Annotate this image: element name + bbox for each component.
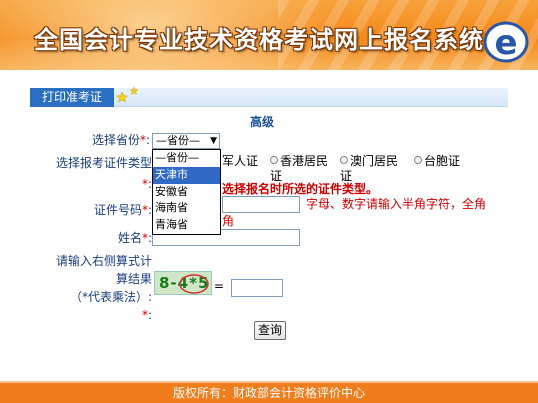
colon: : [147,308,152,322]
captcha-noise-icon [179,274,209,294]
province-option[interactable]: —省份— [153,150,220,167]
province-option[interactable]: 安徽省 [153,184,220,201]
tab-print-admission[interactable]: 打印准考证 [30,88,114,107]
captcha-label: 请输入右侧算式计 算结果 （*代表乘法）: *: [50,252,152,324]
id-number-hint: 字母、数字请输入半角字符，全角 [306,197,487,211]
captcha-label-line: 请输入右侧算式计 [55,254,152,268]
site-title: 全国会计专业技术资格考试网上报名系统 [34,25,484,54]
radio-label: 军人证 [222,154,259,168]
level-heading: 高级 [250,115,275,129]
radio-button[interactable] [340,156,348,164]
query-button[interactable]: 查询 [254,321,286,340]
chevron-down-icon: ▼ [210,136,217,146]
cert-type-label: 选择报考证件类型 *: [54,156,152,192]
cert-type-label-text: 选择报考证件类型 [55,156,152,170]
province-option[interactable]: 青海省 [153,217,220,234]
header-banner: 全国会计专业技术资格考试网上报名系统 e [0,0,538,70]
province-label-text: 选择省份 [91,133,140,147]
province-selected-value: —省份— [156,134,200,147]
logo-letter: e [494,23,517,63]
province-option-highlighted[interactable]: 天津市 [153,166,220,184]
equals-sign: = [214,279,225,293]
colon: : [145,133,150,147]
captcha-label-line: 算结果 [115,272,152,286]
id-number-input[interactable] [222,196,300,213]
name-label: 姓名*: [100,231,152,246]
radio-label: 台胞证 [424,154,461,168]
province-dropdown-list[interactable]: —省份— 天津市 安徽省 海南省 青海省 [152,149,221,235]
radio-option-taiwan[interactable]: 台胞证 [414,154,460,169]
captcha-image: 8-4*5 [154,271,212,295]
captcha-label-line: （*代表乘法）: [69,290,152,304]
cert-type-warning: 选择报名时所选的证件类型。 [222,182,379,196]
radio-label: 香港居民证 [270,154,329,183]
tab-strip: 打印准考证 [30,86,508,107]
province-select[interactable]: —省份— ▼ [152,133,220,149]
province-option[interactable]: 海南省 [153,200,220,217]
id-number-label-text: 证件号码 [93,203,142,217]
radio-option-military[interactable]: 军人证 [222,154,258,169]
radio-button[interactable] [414,156,422,164]
province-label: 选择省份*: [74,133,150,148]
id-number-label: 证件号码*: [80,203,152,218]
captcha-answer-input[interactable] [231,279,283,297]
radio-label: 澳门居民证 [340,154,399,183]
footer-copyright: 版权所有：财政部会计资格评价中心 [0,383,538,403]
name-label-text: 姓名 [117,231,142,245]
id-number-hint-tail: 角 [222,214,235,228]
radio-button[interactable] [270,156,278,164]
e-logo-icon: e [483,21,529,63]
star-decoration-icon [116,86,139,103]
